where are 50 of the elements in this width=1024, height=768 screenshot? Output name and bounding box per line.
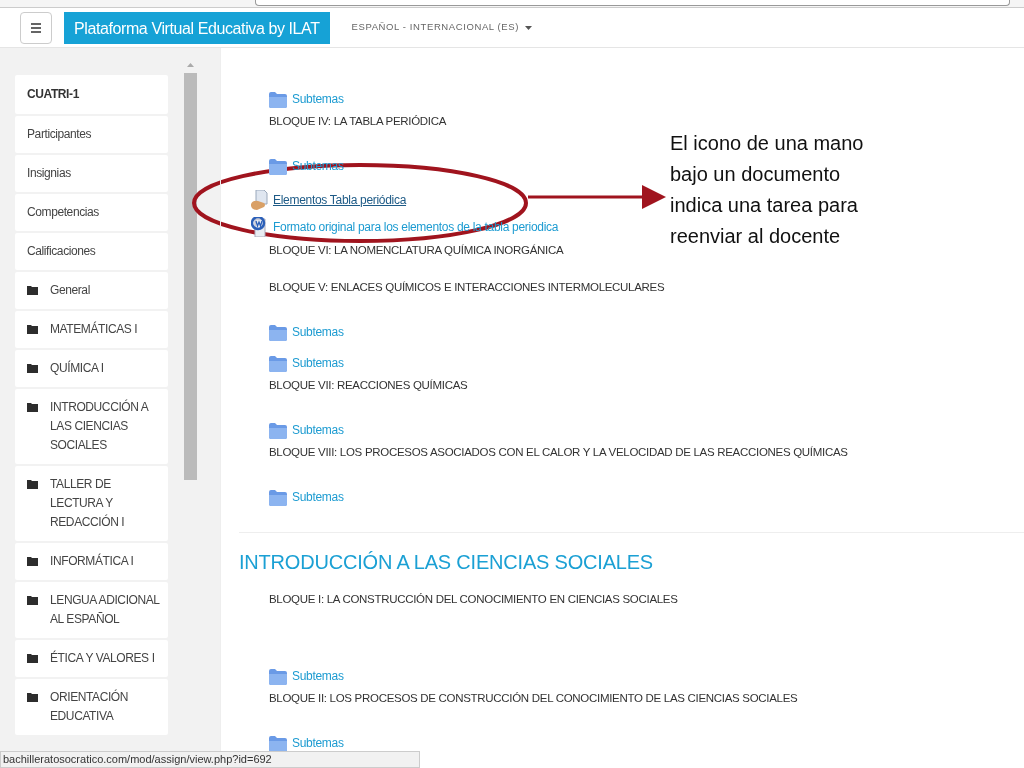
block-title: BLOQUE VIII: LOS PROCESOS ASOCIADOS CON EL CALOR Y LA VELOCIDAD DE LAS REACCIONES QUÍMICAS — [269, 445, 848, 461]
block-title: BLOQUE V: ENLACES QUÍMICOS E INTERACCIONES INTERMOLECULARES — [269, 280, 665, 296]
folder-icon — [27, 556, 38, 566]
folder-icon — [269, 159, 287, 175]
folder-icon — [27, 363, 38, 373]
block-title: BLOQUE II: LOS PROCESOS DE CONSTRUCCIÓN DEL CONOCIMIENTO DE LAS CIENCIAS SOCIALES — [269, 691, 798, 707]
folder-icon — [27, 479, 38, 489]
folder-icon — [269, 356, 287, 372]
sidebar-item[interactable]: CUATRI-1 — [15, 75, 168, 114]
document-icon — [251, 217, 269, 237]
sidebar-item[interactable]: General — [15, 272, 168, 309]
scroll-up-icon[interactable] — [187, 63, 194, 67]
sidebar-item[interactable]: Insignias — [15, 155, 168, 192]
sidebar-item[interactable]: TALLER DE LECTURA Y REDACCIÓN I — [15, 466, 168, 541]
folder-icon — [27, 692, 38, 702]
language-menu[interactable]: ESPAÑOL - INTERNACIONAL (ES) — [351, 20, 532, 35]
block-title: BLOQUE IV: LA TABLA PERIÓDICA — [269, 114, 447, 130]
sidebar-item[interactable]: ORIENTACIÓN EDUCATIVA — [15, 679, 168, 735]
folder-icon — [27, 285, 38, 295]
sidebar-item[interactable]: Competencias — [15, 194, 168, 231]
assignment-link[interactable]: Elementos Tabla periódica — [273, 190, 407, 209]
folder-icon — [27, 653, 38, 663]
folder-icon — [269, 325, 287, 341]
block-title: BLOQUE I: LA CONSTRUCCIÓN DEL CONOCIMIENTO EN CIENCIAS SOCIALES — [269, 592, 678, 608]
folder-icon — [269, 92, 287, 108]
menu-icon — [31, 22, 41, 33]
document-hand-icon — [251, 189, 269, 210]
sidebar-item[interactable]: LENGUA ADICIONAL AL ESPAÑOL — [15, 582, 168, 638]
menu-button[interactable] — [20, 11, 52, 44]
folder-icon — [269, 423, 287, 439]
block-title: BLOQUE VI: LA NOMENCLATURA QUÍMICA INORGÁNICA — [269, 243, 564, 259]
sidebar-item[interactable]: MATEMÁTICAS I — [15, 311, 168, 348]
status-url: bachilleratosocratico.com/mod/assign/view.php?id=692 — [0, 751, 420, 768]
sidebar-item[interactable]: INTRODUCCIÓN A LAS CIENCIAS SOCIALES — [15, 389, 168, 464]
block-title: BLOQUE VII: REACCIONES QUÍMICAS — [269, 378, 468, 394]
sidebar-item[interactable]: Calificaciones — [15, 233, 168, 270]
folder-icon — [269, 490, 287, 506]
folder-icon — [269, 736, 287, 752]
sidebar-item[interactable]: ÉTICA Y VALORES I — [15, 640, 168, 677]
caret-icon — [525, 25, 532, 30]
annotation-text: El icono de una mano bajo un documento indica una tarea para reenviar al docente — [670, 131, 865, 249]
sidebar-item[interactable]: INFORMÁTICA I — [15, 543, 168, 580]
folder-icon — [269, 669, 287, 685]
scrollbar[interactable] — [184, 63, 197, 480]
sidebar-item[interactable]: Participantes — [15, 116, 168, 153]
folder-icon — [27, 324, 38, 334]
sidebar-item[interactable]: QUÍMICA I — [15, 350, 168, 387]
section-heading: INTRODUCCIÓN A LAS CIENCIAS SOCIALES — [239, 532, 1024, 577]
folder-icon — [27, 595, 38, 605]
folder-icon — [27, 402, 38, 412]
